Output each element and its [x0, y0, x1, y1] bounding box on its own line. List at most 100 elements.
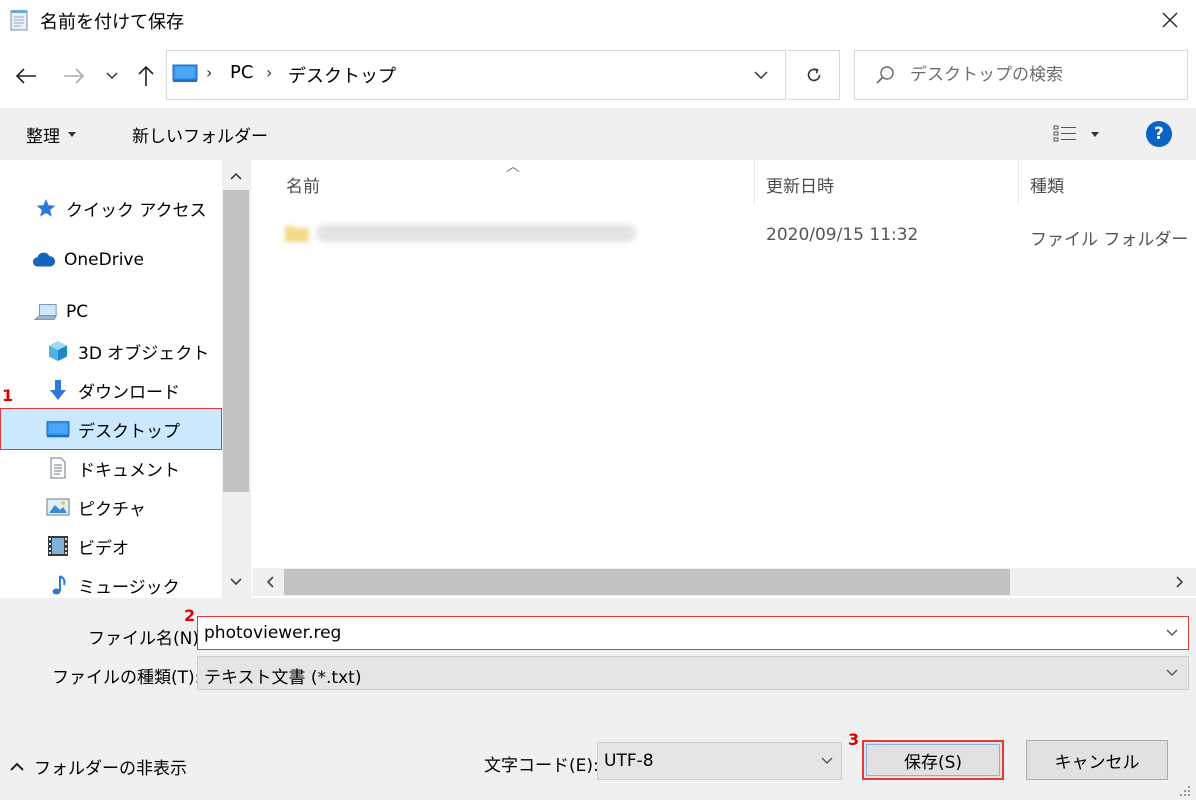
chevron-right-icon: ›: [206, 63, 213, 82]
nav-scroll-down-button[interactable]: [222, 568, 250, 596]
filetype-dropdown-button[interactable]: [1160, 660, 1184, 686]
close-icon: [1162, 12, 1178, 28]
save-button-focus-ring: [866, 744, 1000, 776]
file-date: 2020/09/15 11:32: [766, 225, 919, 245]
file-type: ファイル フォルダー: [1030, 230, 1189, 250]
nav-item-desktop[interactable]: デスクトップ: [46, 411, 180, 447]
back-button[interactable]: [8, 58, 44, 94]
scroll-left-button[interactable]: [256, 568, 284, 596]
column-header-type[interactable]: 種類: [1030, 172, 1064, 197]
address-bar[interactable]: [166, 50, 786, 100]
star-icon: [34, 197, 58, 219]
breadcrumb-desktop[interactable]: デスクトップ: [288, 62, 396, 88]
details-view-icon: [1053, 125, 1076, 142]
computer-icon: [34, 301, 58, 323]
column-divider[interactable]: [1018, 160, 1019, 204]
notepad-icon: [8, 8, 30, 32]
filename-dropdown-button[interactable]: [1160, 620, 1184, 646]
refresh-icon: [807, 68, 820, 82]
nav-item-label: 3D オブジェクト: [78, 343, 210, 364]
chevron-down-icon: [754, 71, 768, 79]
encoding-value: UTF-8: [604, 751, 654, 771]
breadcrumb-pc[interactable]: PC: [230, 62, 253, 83]
nav-item-label: クイック アクセス: [66, 200, 207, 221]
new-folder-button[interactable]: 新しいフォルダー: [120, 112, 280, 156]
chevron-down-icon: [106, 72, 118, 80]
filename-input[interactable]: [204, 619, 1144, 647]
close-button[interactable]: [1148, 2, 1192, 38]
encoding-label: 文字コード(E):: [484, 756, 599, 776]
up-button[interactable]: [128, 58, 164, 94]
encoding-dropdown-button[interactable]: [815, 748, 839, 774]
cube-icon: [46, 340, 70, 362]
help-button[interactable]: ?: [1146, 121, 1172, 147]
chevron-up-icon: [230, 172, 242, 180]
organize-button[interactable]: 整理: [14, 112, 88, 156]
forward-button[interactable]: [56, 58, 92, 94]
nav-item-pc[interactable]: PC: [34, 294, 88, 330]
filetype-value: テキスト文書 (*.txt): [204, 668, 362, 688]
address-dropdown-button[interactable]: [744, 60, 778, 90]
step-marker-3: 3: [848, 730, 860, 749]
folder-icon: [284, 222, 310, 244]
nav-item-videos[interactable]: ビデオ: [46, 528, 129, 564]
nav-item-label: ダウンロード: [78, 382, 180, 403]
organize-label: 整理: [26, 126, 60, 147]
nav-item-label: ピクチャ: [78, 499, 146, 520]
nav-item-label: OneDrive: [64, 250, 144, 270]
filetype-label: ファイルの種類(T):: [52, 668, 201, 688]
scroll-right-button[interactable]: [1166, 568, 1194, 596]
search-icon: [874, 64, 896, 86]
chevron-up-icon: [10, 762, 24, 771]
column-divider[interactable]: [754, 160, 755, 204]
nav-item-label: PC: [66, 302, 89, 322]
cloud-icon: [32, 249, 56, 271]
nav-item-3d-objects[interactable]: 3D オブジェクト: [46, 333, 209, 369]
music-note-icon: [46, 574, 70, 596]
film-icon: [46, 535, 70, 557]
picture-icon: [46, 496, 70, 518]
nav-item-label: デスクトップ: [78, 421, 180, 442]
resize-grip-icon[interactable]: [1176, 782, 1192, 798]
download-arrow-icon: [46, 379, 70, 401]
cancel-button[interactable]: キャンセル: [1026, 740, 1168, 780]
column-header-date[interactable]: 更新日時: [766, 172, 834, 197]
chevron-right-icon: [1176, 576, 1184, 588]
chevron-left-icon: [266, 576, 274, 588]
file-name-blurred: [316, 224, 636, 242]
nav-item-label: ビデオ: [78, 538, 129, 559]
chevron-down-icon: [1166, 629, 1178, 636]
sort-indicator-icon: ︿: [506, 159, 520, 175]
hide-folders-label: フォルダーの非表示: [34, 759, 187, 779]
nav-scroll-up-button[interactable]: [222, 162, 250, 190]
change-view-button[interactable]: [1040, 116, 1112, 152]
desktop-icon: [172, 63, 198, 83]
nav-item-label: ミュージック: [78, 577, 180, 598]
document-icon: [46, 457, 70, 479]
nav-item-documents[interactable]: ドキュメント: [46, 450, 180, 486]
nav-item-quick-access[interactable]: クイック アクセス: [34, 190, 207, 226]
nav-scroll-thumb[interactable]: [223, 190, 249, 492]
horizontal-scroll-thumb[interactable]: [284, 569, 1010, 595]
filename-label: ファイル名(N):: [88, 629, 205, 649]
caret-down-icon: [1091, 131, 1099, 137]
desktop-icon: [46, 418, 70, 440]
hide-folders-toggle[interactable]: フォルダーの非表示: [10, 754, 187, 779]
arrow-right-icon: [64, 68, 85, 84]
caret-down-icon: [68, 131, 76, 137]
refresh-button[interactable]: [788, 50, 840, 100]
step-marker-1: 1: [2, 386, 14, 405]
search-input[interactable]: [910, 58, 1180, 92]
column-header-name[interactable]: 名前: [286, 172, 320, 197]
chevron-down-icon: [230, 578, 242, 586]
nav-item-downloads[interactable]: ダウンロード: [46, 372, 180, 408]
arrow-up-icon: [138, 65, 154, 86]
step-marker-2: 2: [184, 606, 196, 625]
nav-item-onedrive[interactable]: OneDrive: [32, 242, 144, 278]
arrow-left-icon: [15, 68, 36, 84]
window-title: 名前を付けて保存: [40, 12, 184, 33]
chevron-down-icon: [821, 757, 833, 764]
recent-locations-button[interactable]: [100, 58, 124, 94]
nav-item-pictures[interactable]: ピクチャ: [46, 489, 146, 525]
chevron-down-icon: [1166, 669, 1178, 676]
